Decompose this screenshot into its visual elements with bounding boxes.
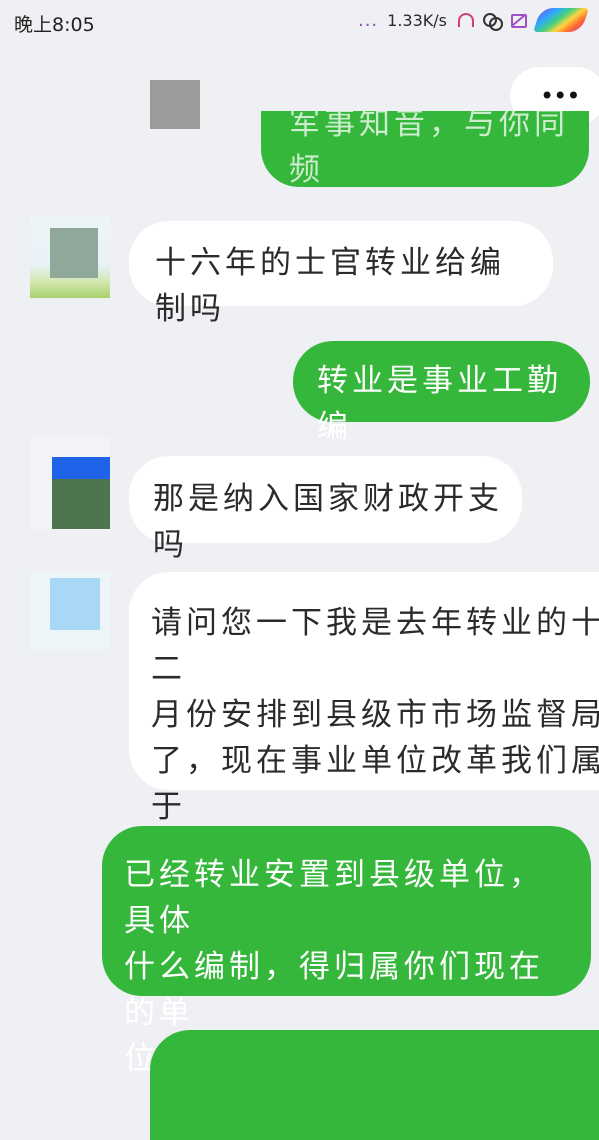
message-text: 转业是事业工勤编 xyxy=(317,363,562,445)
message-text: 那是纳入国家财政开支吗 xyxy=(153,481,503,563)
rainbow-app-icon xyxy=(533,8,589,32)
message-text: 军事知音，与你同频 xyxy=(289,111,569,187)
circles-icon xyxy=(483,11,503,31)
avatar-image xyxy=(50,578,100,630)
status-bar: 晚上8:05 ... 1.33K/s xyxy=(0,0,599,46)
status-time: 晚上8:05 xyxy=(14,14,95,36)
message-sent-partial[interactable] xyxy=(150,1030,599,1140)
message-sent-partial[interactable]: 军事知音，与你同频 xyxy=(261,111,589,187)
avatar[interactable] xyxy=(30,216,110,298)
message-sent[interactable]: 已经转业安置到县级单位，具体 什么编制，得归属你们现在的单 位 xyxy=(102,826,591,1077)
status-icons: ... 1.33K/s xyxy=(357,8,589,32)
headphone-icon xyxy=(456,11,474,29)
avatar-image xyxy=(50,228,98,278)
tag-icon xyxy=(510,11,528,29)
avatar[interactable] xyxy=(30,572,110,650)
message-sent[interactable]: 转业是事业工勤编 xyxy=(293,341,590,445)
avatar-image-bottom xyxy=(52,479,110,529)
avatar[interactable] xyxy=(30,437,110,530)
blurred-thumbnail xyxy=(150,80,200,129)
dots: ... xyxy=(357,9,379,31)
network-speed: 1.33K/s xyxy=(387,10,447,30)
message-text: 十六年的士官转业给编制吗 xyxy=(155,245,505,327)
message-received[interactable]: 请问您一下我是去年转业的十二 月份安排到县级市市场监督局 了，现在事业单位改革我… xyxy=(129,572,599,871)
message-received[interactable]: 那是纳入国家财政开支吗 xyxy=(129,456,522,563)
message-received[interactable]: 十六年的士官转业给编制吗 xyxy=(129,221,553,327)
